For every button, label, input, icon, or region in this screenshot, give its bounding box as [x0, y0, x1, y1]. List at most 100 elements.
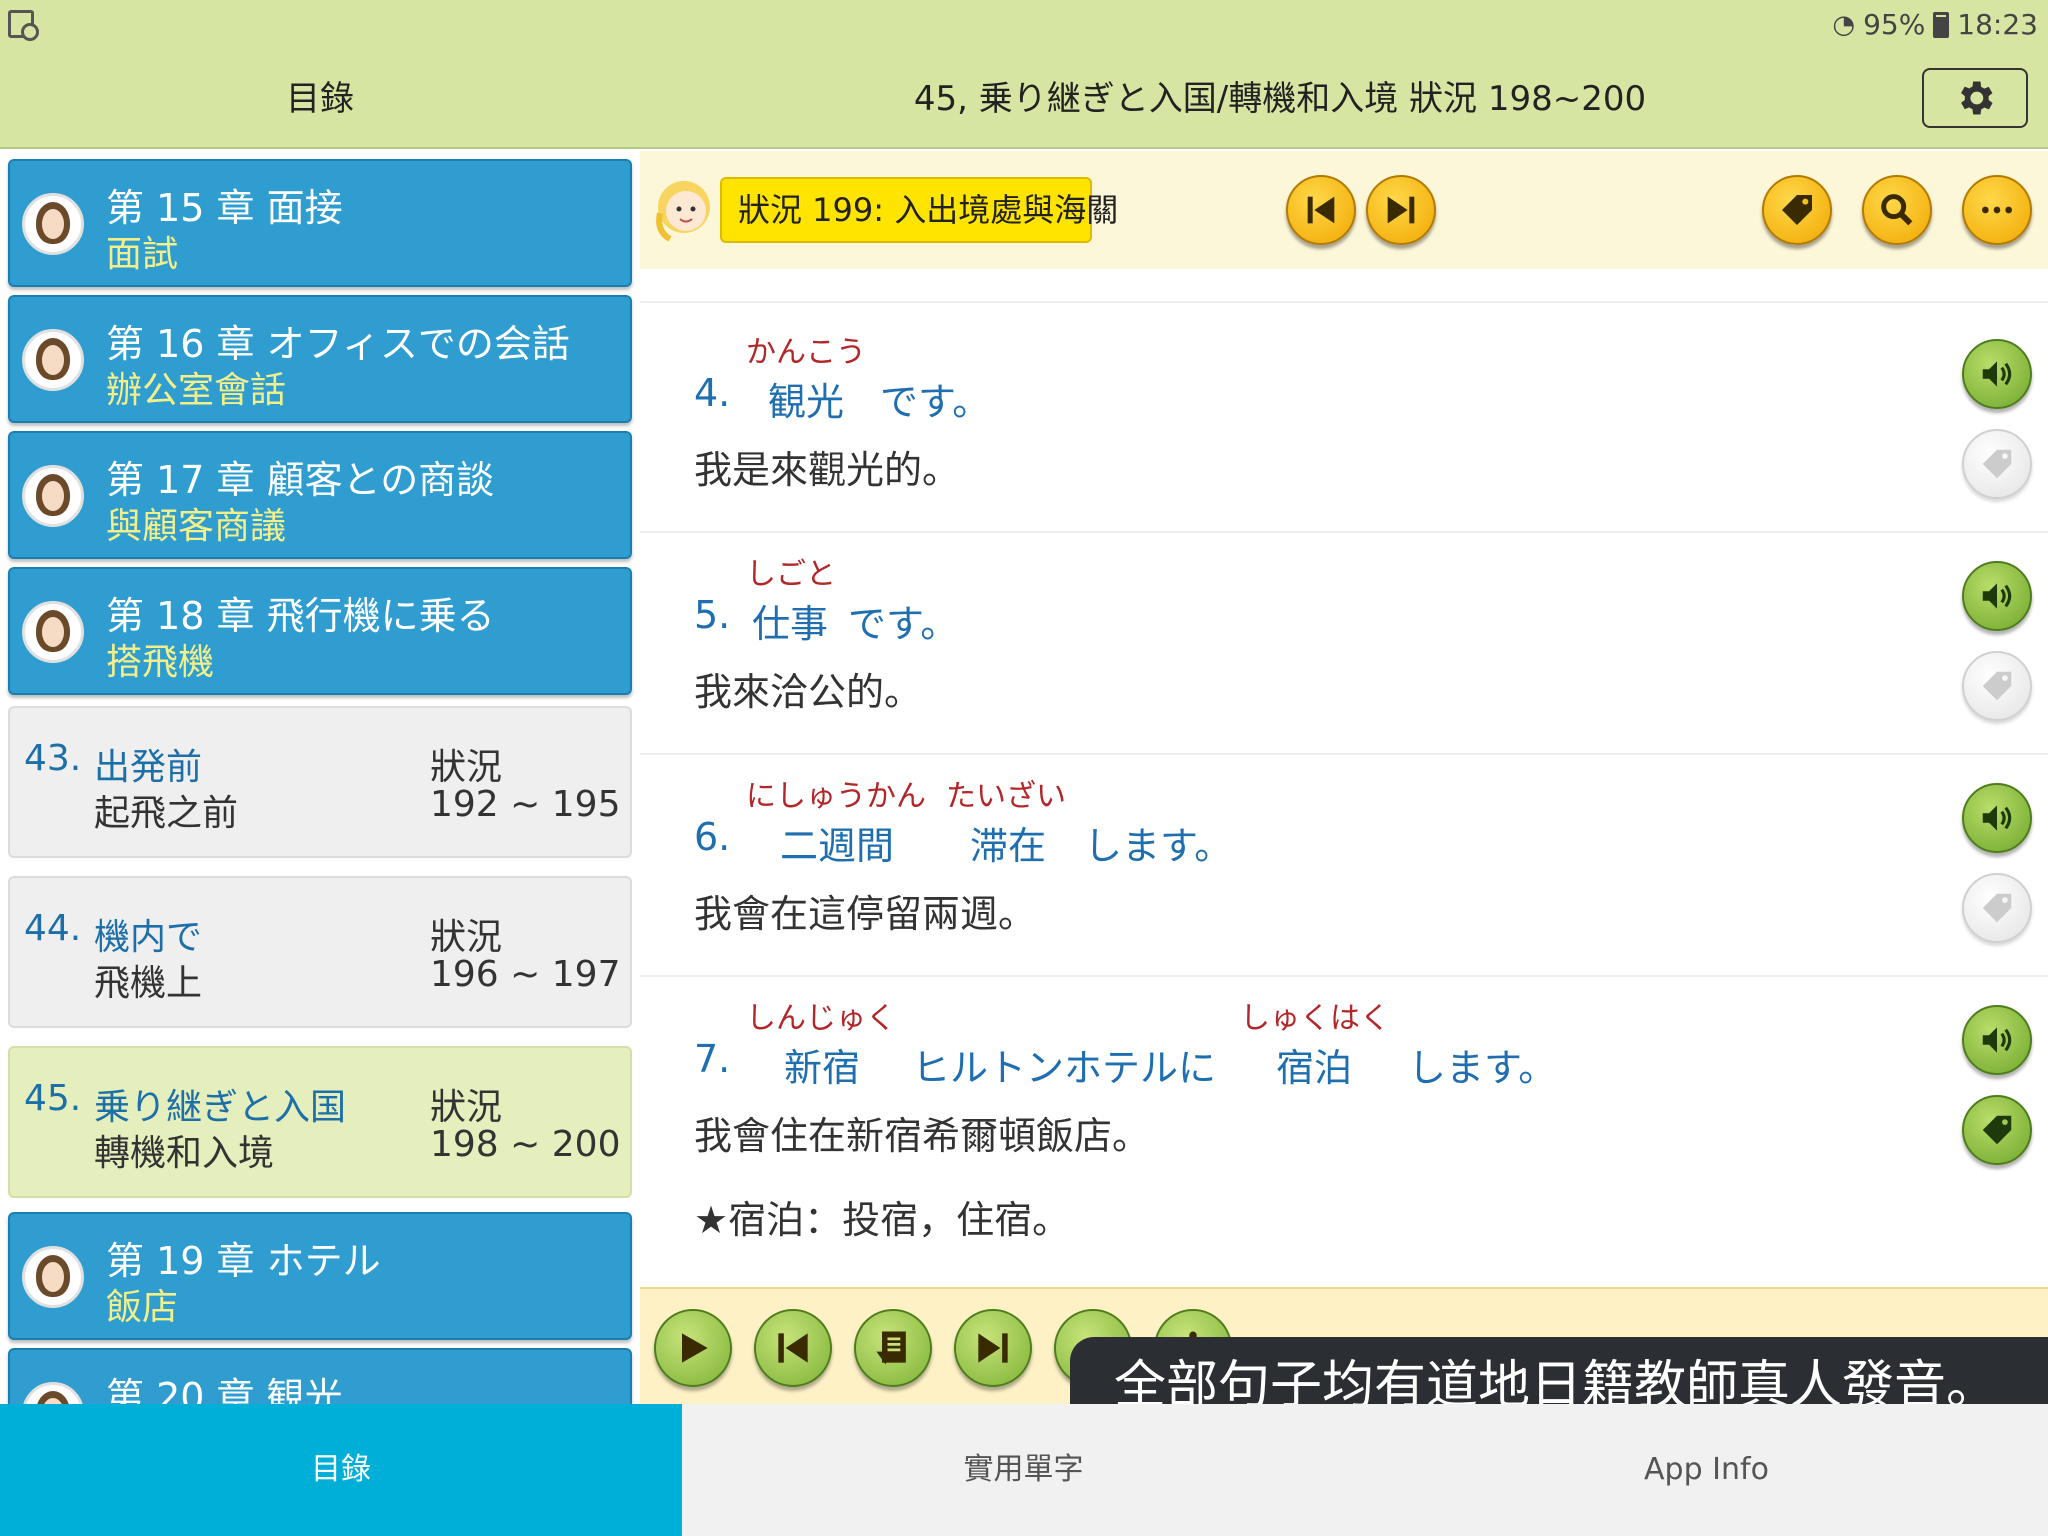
- teacher-avatar-icon: [22, 601, 84, 663]
- gear-icon: [1961, 81, 1993, 115]
- chapter-item[interactable]: 第 20 章 観光: [8, 1348, 632, 1404]
- lesson-item[interactable]: 44. 機内で 飛機上 狀況 196 ~ 197: [8, 876, 632, 1028]
- more-options-button[interactable]: [1962, 175, 2032, 245]
- play-button[interactable]: [654, 1309, 732, 1387]
- play-audio-button[interactable]: [1962, 339, 2032, 409]
- chapter-subtitle: 辦公室會話: [106, 370, 287, 411]
- chapter-title: 第 17 章 顧客との商談: [106, 458, 495, 502]
- page-title: 45, 乗り継ぎと入国/轉機和入境 狀況 198~200: [913, 79, 1647, 119]
- speaker-icon: [1982, 361, 2012, 387]
- lesson-status-label: 狀況: [430, 917, 503, 958]
- furigana: しゅくはく: [1240, 1001, 1390, 1036]
- tab-contents[interactable]: 目錄: [0, 1404, 682, 1536]
- skip-previous-icon: [1307, 196, 1335, 224]
- status-right: ◔ 95% 18:23: [1832, 8, 2038, 41]
- play-audio-button[interactable]: [1962, 561, 2032, 631]
- tab-app-info[interactable]: App Info: [1365, 1404, 2048, 1536]
- skip-next-icon: [978, 1333, 1008, 1363]
- document-icon: [876, 1331, 906, 1365]
- chapter-title: 第 18 章 飛行機に乗る: [106, 594, 495, 638]
- tag-icon: [1982, 1115, 2012, 1145]
- play-audio-button[interactable]: [1962, 783, 2032, 853]
- bookmark-button-active[interactable]: [1962, 1095, 2032, 1165]
- status-bar: ◔ 95% 18:23: [0, 0, 2048, 49]
- next-button[interactable]: [954, 1309, 1032, 1387]
- previous-situation-button[interactable]: [1286, 175, 1356, 245]
- lesson-range: 198 ~ 200: [430, 1124, 621, 1165]
- chapter-subtitle: 與顧客商議: [106, 506, 287, 547]
- lesson-item-active[interactable]: 45. 乗り継ぎと入国 轉機和入境 狀況 198 ~ 200: [8, 1046, 632, 1198]
- bookmark-button[interactable]: [1962, 429, 2032, 499]
- sentence-list: かんこう 4. 観光 です。 我是來觀光的。 しごと 5. 仕事 です。 我來洽…: [640, 269, 2048, 1287]
- vocab-note: ★宿泊：投宿，住宿。: [694, 1198, 1071, 1242]
- clock: 18:23: [1957, 8, 2038, 41]
- teacher-avatar-icon: [22, 1382, 84, 1404]
- search-button[interactable]: [1862, 175, 1932, 245]
- speaker-icon: [1982, 583, 2012, 609]
- jp-word: 二週間: [780, 824, 895, 868]
- battery-icon: [1933, 11, 1950, 38]
- jp-word: 観光: [768, 380, 845, 424]
- lesson-range: 192 ~ 195: [430, 784, 621, 825]
- more-horizontal-icon: [1982, 206, 2012, 214]
- jp-word: 滞在: [970, 824, 1047, 868]
- chapter-subtitle: 飯店: [106, 1287, 179, 1328]
- speaker-icon: [1982, 805, 2012, 831]
- jp-word: します。: [1084, 824, 1233, 868]
- lesson-item[interactable]: 43. 出発前 起飛之前 狀況 192 ~ 195: [8, 706, 632, 858]
- chapter-subtitle: 面試: [106, 234, 179, 275]
- lesson-status-label: 狀況: [430, 747, 503, 788]
- teacher-avatar-icon: [22, 193, 84, 255]
- bookmark-tag-button[interactable]: [1762, 175, 1832, 245]
- battery-percent: 95%: [1863, 8, 1926, 41]
- lesson-number: 45.: [24, 1078, 82, 1119]
- jp-word: 仕事: [752, 602, 829, 646]
- bookmark-button[interactable]: [1962, 651, 2032, 721]
- play-audio-button[interactable]: [1962, 1005, 2032, 1075]
- furigana: しごと: [746, 557, 836, 592]
- lesson-number: 43.: [24, 738, 82, 779]
- furigana: しんじゅく: [746, 1001, 896, 1036]
- situation-label: 狀況 199: 入出境處與海關: [720, 177, 1118, 243]
- chapter-subtitle: 搭飛機: [106, 642, 215, 683]
- divider: [640, 531, 2048, 533]
- sentence-number: 6.: [694, 815, 731, 859]
- teacher-avatar-icon: [22, 465, 84, 527]
- lesson-number: 44.: [24, 908, 82, 949]
- translation: 我會在這停留兩週。: [694, 892, 1037, 936]
- tag-icon: [1782, 195, 1812, 225]
- tab-vocabulary[interactable]: 實用單字: [682, 1404, 1365, 1536]
- chapter-item[interactable]: 第 15 章 面接 面試: [8, 159, 632, 287]
- translation: 我來洽公的。: [694, 670, 923, 714]
- speaker-icon: [1982, 1027, 2012, 1053]
- divider: [640, 753, 2048, 755]
- next-situation-button[interactable]: [1366, 175, 1436, 245]
- sentence-number: 5.: [694, 593, 731, 637]
- settings-button[interactable]: [1922, 68, 2028, 128]
- jp-word: 新宿: [784, 1046, 861, 1090]
- chapter-item[interactable]: 第 18 章 飛行機に乗る 搭飛機: [8, 567, 632, 695]
- play-icon: [682, 1333, 708, 1363]
- lesson-title-zh: 轉機和入境: [94, 1133, 275, 1174]
- chapter-item[interactable]: 第 16 章 オフィスでの会話 辦公室會話: [8, 295, 632, 423]
- search-icon: [1881, 194, 1913, 226]
- jp-word: です。: [880, 380, 991, 424]
- screenshot-notification-icon: [8, 10, 39, 41]
- bookmark-button[interactable]: [1962, 873, 2032, 943]
- girl-mascot-icon: [656, 181, 710, 242]
- tag-icon: [1982, 671, 2012, 701]
- divider: [640, 301, 2048, 303]
- furigana: かんこう: [746, 335, 866, 370]
- chapter-item[interactable]: 第 17 章 顧客との商談 與顧客商議: [8, 431, 632, 559]
- lesson-panel: 狀況 199: 入出境處與海關 かんこう 4. 観光 です。 我是來觀光的。 し…: [640, 151, 2048, 1404]
- teacher-avatar-icon: [22, 329, 84, 391]
- translation: 我是來觀光的。: [694, 448, 961, 492]
- title-bar: 目錄 45, 乗り継ぎと入国/轉機和入境 狀況 198~200: [0, 49, 2048, 149]
- translation: 我會住在新宿希爾頓飯店。: [694, 1114, 1151, 1158]
- teacher-avatar-icon: [22, 1246, 84, 1308]
- chapter-item[interactable]: 第 19 章 ホテル 飯店: [8, 1212, 632, 1340]
- divider: [640, 975, 2048, 977]
- previous-button[interactable]: [754, 1309, 832, 1387]
- transcript-button[interactable]: [854, 1309, 932, 1387]
- jp-word: です。: [848, 602, 959, 646]
